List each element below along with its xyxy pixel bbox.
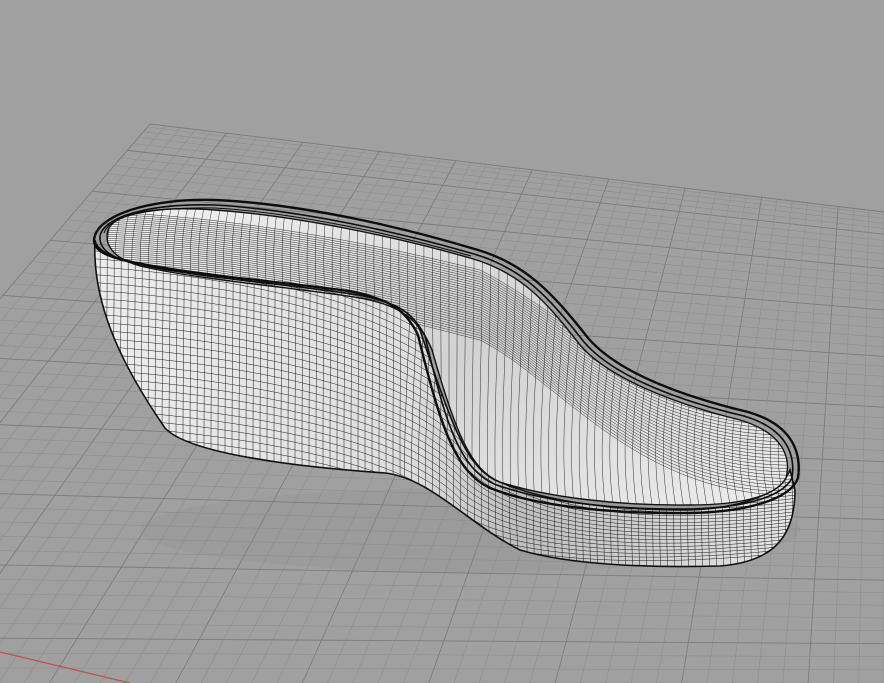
grid-line bbox=[0, 637, 884, 645]
grid-line bbox=[0, 123, 151, 300]
isocurve bbox=[770, 240, 775, 567]
perspective-viewport[interactable] bbox=[0, 0, 884, 683]
grid-line bbox=[0, 623, 884, 632]
grid-line bbox=[0, 652, 884, 658]
grid-line bbox=[833, 208, 854, 683]
grid-line bbox=[0, 608, 884, 619]
grid-line bbox=[0, 593, 884, 606]
grid-line bbox=[782, 204, 824, 683]
grid-line bbox=[0, 667, 884, 671]
isocurve bbox=[777, 240, 782, 567]
grid-line bbox=[858, 210, 870, 683]
x-axis-line bbox=[0, 651, 131, 683]
viewport-canvas[interactable] bbox=[0, 0, 884, 683]
